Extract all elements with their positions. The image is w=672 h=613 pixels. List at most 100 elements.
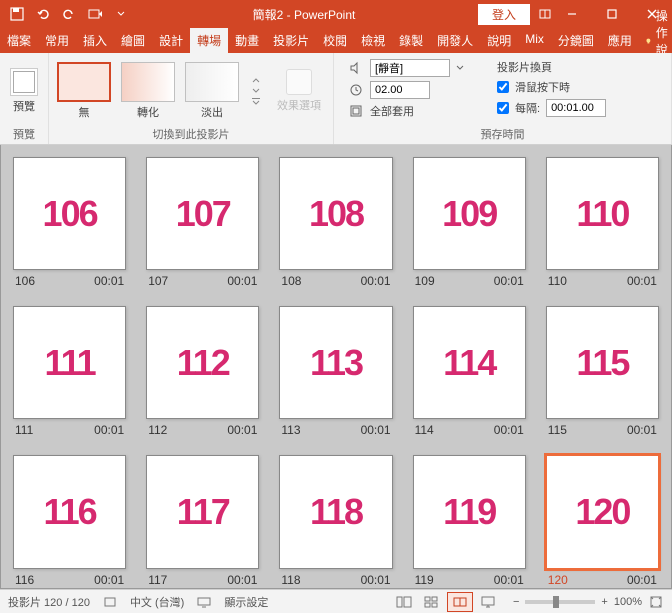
transition-淡出[interactable]: 淡出 (183, 62, 241, 120)
effect-options-label: 效果選項 (277, 97, 321, 113)
transitions-gallery[interactable]: 無 轉化 淡出 (55, 62, 241, 120)
transition-label: 轉化 (137, 104, 159, 120)
window-title: 簡報2 - PowerPoint (253, 6, 356, 23)
language-indicator[interactable]: 中文 (台灣) (130, 594, 184, 610)
slide-timing: 00:01 (494, 423, 524, 437)
preview-group: 預覽 預覽 (0, 53, 49, 144)
normal-view-button[interactable] (391, 592, 417, 612)
slide-meta: 119 00:01 (413, 569, 526, 587)
display-settings-button[interactable]: 顯示設定 (224, 594, 268, 610)
redo-button[interactable] (58, 3, 80, 25)
ribbon: 預覽 預覽 無轉化淡出 效果選項 切換到此投影片 (0, 53, 672, 145)
sign-in-button[interactable]: 登入 (478, 4, 530, 25)
slide-meta: 115 00:01 (546, 419, 659, 437)
fit-to-window-button[interactable] (648, 594, 664, 610)
slide-thumbnail: 106 (13, 157, 126, 270)
ribbon-display-options-button[interactable] (538, 7, 552, 21)
after-label: 每隔: (515, 100, 540, 116)
transition-轉化[interactable]: 轉化 (119, 62, 177, 120)
tab-分鏡圖[interactable]: 分鏡圖 (551, 28, 601, 53)
after-time-input[interactable] (546, 99, 606, 117)
chevron-down-icon[interactable] (456, 64, 464, 72)
slide-sorter-view-button[interactable] (419, 592, 445, 612)
minimize-button[interactable] (552, 0, 592, 28)
slide-sorter-area[interactable]: 106 106 00:01 107 107 00:01 108 108 00:0… (0, 145, 672, 589)
duration-input[interactable] (370, 81, 430, 99)
slide-110[interactable]: 110 110 00:01 (546, 157, 659, 288)
tab-繪圖[interactable]: 繪圖 (114, 28, 152, 53)
undo-button[interactable] (32, 3, 54, 25)
transition-label: 淡出 (201, 104, 223, 120)
tab-插入[interactable]: 插入 (76, 28, 114, 53)
slide-112[interactable]: 112 112 00:01 (146, 306, 259, 437)
slide-109[interactable]: 109 109 00:01 (413, 157, 526, 288)
maximize-button[interactable] (592, 0, 632, 28)
qat-more-button[interactable] (110, 3, 132, 25)
slide-thumbnail: 117 (146, 455, 259, 568)
preview-button[interactable]: 預覽 (6, 66, 42, 116)
zoom-slider[interactable] (525, 600, 595, 604)
after-checkbox[interactable] (497, 102, 509, 114)
accessibility-icon[interactable] (102, 594, 118, 610)
slide-107[interactable]: 107 107 00:01 (146, 157, 259, 288)
apply-all-button[interactable]: 全部套用 (370, 103, 414, 119)
slide-timing: 00:01 (94, 274, 124, 288)
tab-設計[interactable]: 設計 (152, 28, 190, 53)
save-button[interactable] (6, 3, 28, 25)
slide-meta: 116 00:01 (13, 569, 126, 587)
tab-投影片[interactable]: 投影片 (266, 28, 316, 53)
slide-118[interactable]: 118 118 00:01 (279, 455, 392, 586)
tab-檢視[interactable]: 檢視 (354, 28, 392, 53)
slide-timing: 00:01 (227, 274, 257, 288)
tell-me-button[interactable]: 操作說明 (639, 28, 672, 53)
sound-dropdown[interactable] (370, 59, 450, 77)
slide-timing: 00:01 (494, 573, 524, 587)
clock-icon (348, 82, 364, 98)
slide-116[interactable]: 116 116 00:01 (13, 455, 126, 586)
on-click-checkbox[interactable] (497, 81, 509, 93)
timing-group-label: 預存時間 (340, 124, 665, 142)
slide-115[interactable]: 115 115 00:01 (546, 306, 659, 437)
slide-timing: 00:01 (361, 274, 391, 288)
slide-117[interactable]: 117 117 00:01 (146, 455, 259, 586)
slide-counter[interactable]: 投影片 120 / 120 (8, 594, 90, 610)
tab-應用[interactable]: 應用 (601, 28, 639, 53)
slideshow-view-button[interactable] (475, 592, 501, 612)
tab-轉場[interactable]: 轉場 (190, 28, 228, 53)
slide-timing: 00:01 (361, 423, 391, 437)
zoom-level[interactable]: 100% (614, 596, 642, 608)
tab-檔案[interactable]: 檔案 (0, 28, 38, 53)
tab-錄製[interactable]: 錄製 (392, 28, 430, 53)
slide-thumbnail: 114 (413, 306, 526, 419)
slide-thumbnail: 112 (146, 306, 259, 419)
slide-thumbnail: 108 (279, 157, 392, 270)
tab-動畫[interactable]: 動畫 (228, 28, 266, 53)
zoom-in-button[interactable]: + (601, 596, 607, 608)
transition-無[interactable]: 無 (55, 62, 113, 120)
tab-開發人[interactable]: 開發人 (430, 28, 480, 53)
slide-106[interactable]: 106 106 00:01 (13, 157, 126, 288)
preview-label: 預覽 (13, 98, 35, 114)
lightbulb-icon (645, 34, 652, 48)
slide-119[interactable]: 119 119 00:01 (413, 455, 526, 586)
slide-thumbnail: 120 (546, 455, 659, 568)
slide-113[interactable]: 113 113 00:01 (279, 306, 392, 437)
display-settings-icon (196, 594, 212, 610)
tab-常用[interactable]: 常用 (38, 28, 76, 53)
slide-number: 109 (415, 274, 435, 288)
slide-meta: 114 00:01 (413, 419, 526, 437)
reading-view-button[interactable] (447, 592, 473, 612)
slide-114[interactable]: 114 114 00:01 (413, 306, 526, 437)
transition-label: 無 (79, 104, 90, 120)
slide-120[interactable]: 120 120 00:01 (546, 455, 659, 586)
slide-108[interactable]: 108 108 00:01 (279, 157, 392, 288)
tab-校閱[interactable]: 校閱 (316, 28, 354, 53)
tab-Mix[interactable]: Mix (518, 28, 551, 53)
zoom-out-button[interactable]: − (513, 596, 519, 608)
start-from-beginning-button[interactable] (84, 3, 106, 25)
tab-說明[interactable]: 說明 (480, 28, 518, 53)
gallery-more-button[interactable] (247, 77, 265, 105)
slide-thumbnail: 115 (546, 306, 659, 419)
slide-number: 106 (15, 274, 35, 288)
slide-111[interactable]: 111 111 00:01 (13, 306, 126, 437)
